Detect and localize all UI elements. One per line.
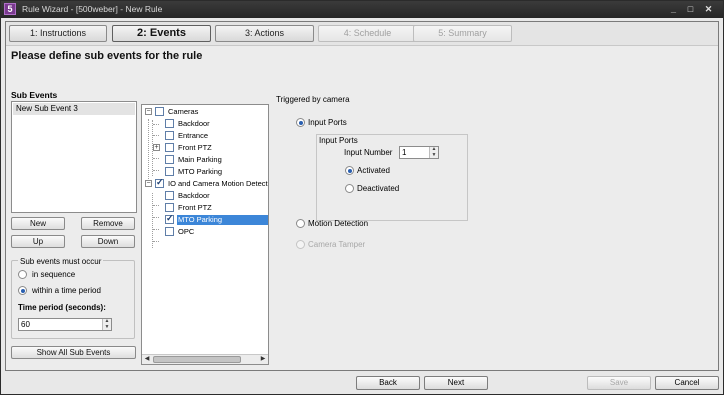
within-time-period-label[interactable]: within a time period: [32, 286, 101, 295]
input-ports-label[interactable]: Input Ports: [308, 118, 347, 127]
tree-node-io-backdoor[interactable]: Backdoor: [142, 191, 268, 202]
tree-node-cameras-entrance[interactable]: Entrance: [142, 131, 268, 142]
in-sequence-label[interactable]: in sequence: [32, 270, 75, 279]
input-ports-group-title: Input Ports: [319, 136, 358, 145]
triggered-by-label: Triggered by camera: [276, 95, 350, 104]
move-down-button[interactable]: Down: [81, 235, 135, 248]
step-summary: 5: Summary: [413, 25, 512, 42]
tree-checkbox[interactable]: [165, 119, 174, 128]
tree-node-label[interactable]: Main Parking: [177, 155, 223, 165]
expand-icon[interactable]: +: [153, 144, 160, 151]
tree-checkbox[interactable]: [165, 191, 174, 200]
collapse-icon[interactable]: −: [145, 180, 152, 187]
camera-tamper-radio: [296, 240, 305, 249]
collapse-icon[interactable]: −: [145, 108, 152, 115]
activated-label[interactable]: Activated: [357, 166, 390, 175]
time-period-stepper[interactable]: 60 ▲ ▼: [18, 318, 112, 331]
stepper-down-icon[interactable]: ▼: [430, 152, 438, 159]
step-schedule: 4: Schedule: [318, 25, 417, 42]
activated-radio[interactable]: [345, 166, 354, 175]
minimize-button[interactable]: _: [667, 3, 680, 16]
input-number-value[interactable]: 1: [402, 148, 406, 158]
tree-checkbox[interactable]: [165, 155, 174, 164]
tree-node-io-opc[interactable]: OPC: [142, 227, 268, 238]
within-time-period-radio[interactable]: [18, 286, 27, 295]
app-icon: 5: [4, 3, 16, 15]
stepper-down-icon[interactable]: ▼: [103, 324, 111, 331]
tree-checkbox[interactable]: [165, 203, 174, 212]
tree-node-label[interactable]: Front PTZ: [177, 203, 213, 213]
title-bar: 5 Rule Wizard - [500weber] - New Rule _ …: [1, 1, 723, 18]
scrollbar-thumb[interactable]: [153, 356, 241, 363]
cancel-button[interactable]: Cancel: [655, 376, 719, 390]
deactivated-radio[interactable]: [345, 184, 354, 193]
tree-node-cameras-backdoor[interactable]: Backdoor: [142, 119, 268, 130]
tree-node-label[interactable]: Entrance: [177, 131, 209, 141]
maximize-button[interactable]: □: [684, 3, 697, 16]
tree-node-label[interactable]: Backdoor: [177, 191, 211, 201]
input-ports-radio[interactable]: [296, 118, 305, 127]
tree-checkbox[interactable]: [165, 131, 174, 140]
tree-node-io-front-ptz[interactable]: Front PTZ: [142, 203, 268, 214]
tree-checkbox[interactable]: [165, 227, 174, 236]
step-actions[interactable]: 3: Actions: [215, 25, 314, 42]
tree-node-label[interactable]: MTO Parking: [177, 167, 223, 177]
time-period-value[interactable]: 60: [21, 320, 30, 330]
tree-node-io-mto-parking[interactable]: MTO Parking: [142, 213, 268, 226]
tree-checkbox[interactable]: [165, 143, 174, 152]
stepper-arrows[interactable]: ▲ ▼: [429, 146, 438, 159]
list-item[interactable]: New Sub Event 3: [13, 103, 135, 115]
rule-wizard-window: 5 Rule Wizard - [500weber] - New Rule _ …: [0, 0, 724, 395]
tree-node-label[interactable]: Backdoor: [177, 119, 211, 129]
tree-node-label[interactable]: MTO Parking: [177, 215, 268, 225]
tree-node-cameras[interactable]: − Cameras: [142, 107, 268, 118]
scroll-right-icon[interactable]: ▶: [258, 355, 268, 364]
tree-checkbox[interactable]: [155, 107, 164, 116]
tree-node-label[interactable]: Cameras: [167, 107, 199, 117]
tree-checkbox[interactable]: [165, 213, 174, 224]
sub-events-list[interactable]: New Sub Event 3: [11, 101, 137, 213]
window-title: Rule Wizard - [500weber] - New Rule: [22, 4, 163, 14]
page-heading: Please define sub events for the rule: [11, 50, 203, 62]
in-sequence-radio[interactable]: [18, 270, 27, 279]
motion-detection-label[interactable]: Motion Detection: [308, 219, 368, 228]
tree-node-io-motion-detection[interactable]: − IO and Camera Motion Detection: [142, 177, 268, 190]
input-ports-group: Input Ports Input Number 1 ▲ ▼ Activated …: [316, 134, 468, 221]
tree-node-cameras-main-parking[interactable]: Main Parking: [142, 155, 268, 166]
save-button: Save: [587, 376, 651, 390]
tree-checkbox[interactable]: [155, 177, 164, 188]
sub-events-occur-group: Sub events must occur in sequence within…: [11, 257, 135, 339]
time-period-label: Time period (seconds):: [18, 303, 106, 312]
scroll-left-icon[interactable]: ◀: [142, 355, 152, 364]
motion-detection-radio[interactable]: [296, 219, 305, 228]
tree-node-label[interactable]: Front PTZ: [177, 143, 213, 153]
move-up-button[interactable]: Up: [11, 235, 65, 248]
tree-node-label[interactable]: IO and Camera Motion Detection: [167, 179, 268, 189]
wizard-steps: 1: Instructions 2: Events 3: Actions 4: …: [6, 22, 718, 46]
event-source-tree[interactable]: − Cameras Backdoor Entrance + Front PTZ …: [141, 104, 269, 365]
input-number-stepper[interactable]: 1 ▲ ▼: [399, 146, 439, 159]
wizard-client-area: 1: Instructions 2: Events 3: Actions 4: …: [5, 21, 719, 390]
tree-node-label[interactable]: OPC: [177, 227, 195, 237]
remove-sub-event-button[interactable]: Remove: [81, 217, 135, 230]
tree-node-cameras-front-ptz[interactable]: + Front PTZ: [142, 143, 268, 154]
sub-events-label: Sub Events: [11, 90, 58, 100]
tree-checkbox[interactable]: [165, 167, 174, 176]
close-button[interactable]: ✕: [702, 3, 715, 16]
back-button[interactable]: Back: [356, 376, 420, 390]
show-all-sub-events-button[interactable]: Show All Sub Events: [11, 346, 136, 359]
stepper-arrows[interactable]: ▲ ▼: [102, 318, 111, 331]
tree-horizontal-scrollbar[interactable]: ◀ ▶: [142, 354, 268, 364]
input-number-label: Input Number: [344, 148, 393, 157]
camera-tamper-label: Camera Tamper: [308, 240, 366, 249]
deactivated-label[interactable]: Deactivated: [357, 184, 399, 193]
new-sub-event-button[interactable]: New: [11, 217, 65, 230]
step-events[interactable]: 2: Events: [112, 25, 211, 42]
step-instructions[interactable]: 1: Instructions: [9, 25, 107, 42]
group-title: Sub events must occur: [18, 257, 104, 266]
next-button[interactable]: Next: [424, 376, 488, 390]
